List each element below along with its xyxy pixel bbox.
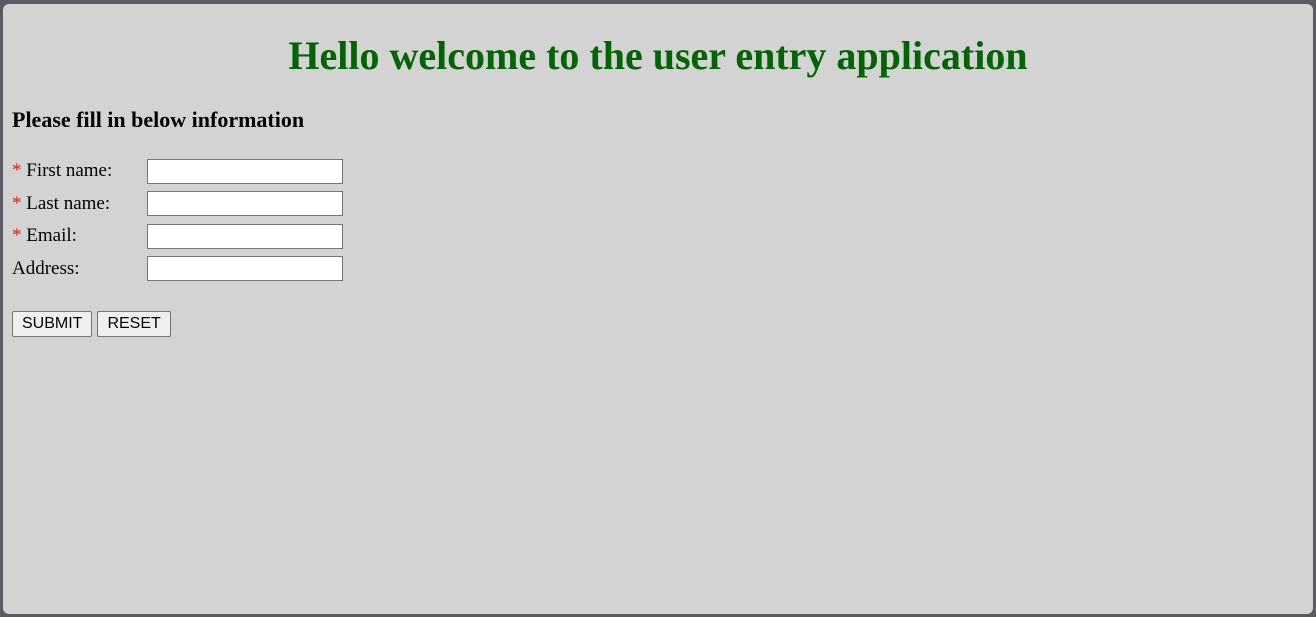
last-name-label-text: Last name: xyxy=(26,192,111,214)
reset-button[interactable]: RESET xyxy=(97,311,171,337)
form-subtitle: Please fill in below information xyxy=(12,107,305,132)
email-input[interactable] xyxy=(147,223,343,249)
address-row: Address: xyxy=(12,253,343,286)
form-actions: SUBMIT RESET xyxy=(12,311,171,337)
address-input[interactable] xyxy=(147,256,343,282)
first-name-row: * First name: xyxy=(12,155,343,188)
email-label-text: Email: xyxy=(26,225,77,247)
required-marker: * xyxy=(12,192,22,214)
user-entry-form: * First name: * Last name: * Email: Addr… xyxy=(12,155,343,285)
last-name-row: * Last name: xyxy=(12,188,343,221)
app-window: Hello welcome to the user entry applicat… xyxy=(3,4,1313,614)
first-name-input[interactable] xyxy=(147,158,343,184)
required-marker: * xyxy=(12,160,22,182)
required-marker: * xyxy=(12,225,22,247)
last-name-input[interactable] xyxy=(147,191,343,217)
address-label: Address: xyxy=(12,257,80,279)
last-name-label: * Last name: xyxy=(12,193,147,215)
page-title: Hello welcome to the user entry applicat… xyxy=(288,33,1028,78)
first-name-label: * First name: xyxy=(12,160,147,182)
first-name-label-text: First name: xyxy=(26,160,113,182)
email-row: * Email: xyxy=(12,220,343,253)
email-label: * Email: xyxy=(12,225,147,247)
submit-button[interactable]: SUBMIT xyxy=(12,311,93,337)
